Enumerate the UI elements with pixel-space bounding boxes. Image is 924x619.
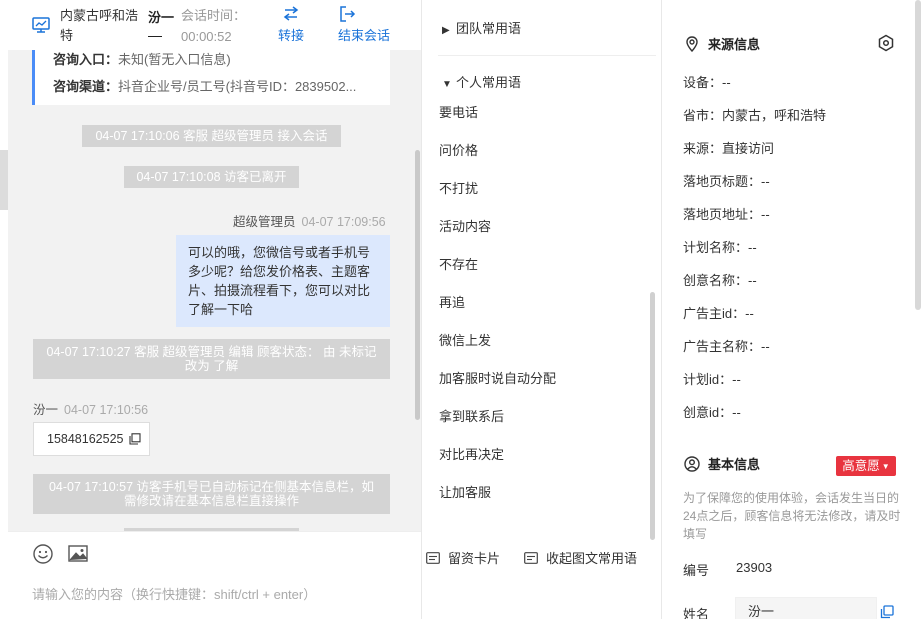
consult-entry-value: 未知(暂无入口信息) [118,52,231,67]
field-advertiser-id: 广告主id：-- [683,306,754,321]
caret-down-icon: ▼ [442,79,452,90]
group-divider [438,55,656,56]
visitor-sender-time: 04-07 17:10:56 [64,403,149,417]
basic-info-label: 基本信息 [708,457,761,472]
chat-messages[interactable]: 咨询入口：未知(暂无入口信息) 咨询渠道：抖音企业号/员工号(抖音号ID：283… [8,50,413,531]
session-time: 00:00:52 [181,29,232,44]
caret-right-icon: ▶ [442,25,450,36]
field-creative-id: 创意id：-- [683,405,741,420]
chat-input-area: 请输入您的内容（换行快捷键：shift/ctrl + enter） [8,531,421,619]
visitor-sender-name: 汾一 [33,403,59,417]
chat-pane: 内蒙古呼和浩特 汾一 会话时间： 00:00:52 转接 结束会话 咨询入口：未… [0,0,421,619]
visitor-name: 汾一 [148,10,175,25]
consult-channel-label: 咨询渠道： [53,79,119,94]
transfer-icon [283,6,299,21]
consult-entry-label: 咨询入口： [53,52,119,67]
field-province-city: 省市：内蒙古，呼和浩特 [683,108,827,123]
visitor-phone-message[interactable]: 15848162525 [33,422,150,456]
phrase-item[interactable]: 让加客服 [439,483,491,503]
intent-level-dropdown[interactable]: 高意愿 ▼ [836,456,896,476]
field-creative-name: 创意名称：-- [683,273,757,288]
copy-icon[interactable] [129,433,141,445]
phrase-item[interactable]: 不存在 [439,255,478,275]
agent-sender: 超级管理员 04-07 17:09:56 [233,211,386,230]
system-message: 04-07 17:10:08 访客已离开 [124,166,299,188]
chat-icon [524,552,538,564]
visitor-name-underline [148,36,162,37]
id-label: 编号 [683,563,710,578]
chat-scrollbar[interactable] [413,50,421,531]
phrases-scrollbar-thumb[interactable] [650,292,655,540]
field-advertiser-name: 广告主名称：-- [683,339,770,354]
consult-entry-row: 咨询入口：未知(暂无入口信息) [53,51,383,69]
collapse-phrases-button[interactable]: 收起图文常用语 [524,548,637,567]
id-value: 23903 [736,560,773,575]
session-time-label: 会话时间： [181,8,247,23]
message-input[interactable]: 请输入您的内容（换行快捷键：shift/ctrl + enter） [32,584,316,603]
phrase-item[interactable]: 再追 [439,293,465,313]
transfer-button[interactable]: 转接 [278,4,304,46]
personal-phrases-group[interactable]: ▼ 个人常用语 [442,73,521,95]
system-message: 04-07 17:10:57 访客手机号已自动标记在侧基本信息栏，如需修改请在基… [33,474,390,514]
field-plan-name: 计划名称：-- [683,240,757,255]
system-message: 04-07 17:10:06 客服 超级管理员 接入会话 [82,125,341,147]
logout-icon [340,6,356,22]
copy-icon[interactable] [880,605,894,619]
card-icon [426,552,440,564]
source-info-label: 来源信息 [708,37,761,52]
consult-channel-value: 抖音企业号/员工号(抖音号ID：2839502... [118,79,357,94]
edit-deadline-note: 为了保障您的使用体验，会话发生当日的24点之后，顾客信息将无法修改，请及时填写 [683,491,901,541]
field-device: 设备：-- [683,75,731,90]
lead-card-button[interactable]: 留资卡片 [426,548,500,567]
phrase-item[interactable]: 活动内容 [439,217,491,237]
consult-info-card: 咨询入口：未知(暂无入口信息) 咨询渠道：抖音企业号/员工号(抖音号ID：283… [32,50,390,105]
consult-channel-row: 咨询渠道：抖音企业号/员工号(抖音号ID：2839502... [53,78,383,96]
source-info-title: 来源信息 [684,35,760,55]
basic-info-title: 基本信息 [684,455,760,475]
team-phrases-label: 团队常用语 [456,21,522,36]
field-landing-title: 落地页标题：-- [683,174,770,189]
phrase-item[interactable]: 对比再决定 [439,445,504,465]
system-message: 04-07 17:10:27 客服 超级管理员 编辑 顾客状态： 由 未标记 改… [33,339,390,379]
settings-icon[interactable] [877,34,895,52]
caret-down-icon: ▼ [881,462,890,471]
field-source: 来源：直接访问 [683,141,775,156]
visitor-sender: 汾一 04-07 17:10:56 [33,399,148,418]
left-edge-handle [0,150,8,210]
phrase-item[interactable]: 要电话 [439,103,478,123]
visitor-info-pane: 来源信息 设备：-- 省市：内蒙古，呼和浩特 来源：直接访问 落地页标题：-- … [661,0,924,619]
agent-time: 04-07 17:09:56 [301,215,386,229]
phrase-item[interactable]: 微信上发 [439,331,491,351]
field-landing-url: 落地页地址：-- [683,207,770,222]
name-label: 姓名 [683,607,710,619]
location-pin-icon [686,36,698,52]
name-input[interactable]: 汾一 [735,597,877,619]
phrase-item[interactable]: 加客服时说自动分配 [439,369,556,389]
lead-card-label: 留资卡片 [448,551,501,566]
field-plan-id: 计划id：-- [683,372,741,387]
transfer-label: 转接 [278,28,305,43]
chat-header: 内蒙古呼和浩特 汾一 会话时间： 00:00:52 转接 结束会话 [8,0,421,50]
end-session-button[interactable]: 结束会话 [338,4,390,46]
user-circle-icon [684,456,700,472]
phrase-item[interactable]: 不打扰 [439,179,478,199]
phrases-pane: ▶ 团队常用语 ▼ 个人常用语 要电话 问价格 不打扰 活动内容 不存在 再追 微信… [421,0,661,619]
phrase-item[interactable]: 拿到联系后 [439,407,504,427]
image-icon[interactable] [67,543,89,565]
phrase-item[interactable]: 问价格 [439,141,478,161]
personal-phrases-label: 个人常用语 [456,75,522,90]
phrases-footer: 留资卡片 收起图文常用语 [422,540,662,570]
info-scrollbar-thumb[interactable] [915,0,921,310]
monitor-icon [32,17,50,33]
intent-level-label: 高意愿 [842,459,880,473]
chat-scrollbar-thumb[interactable] [415,150,420,420]
emoji-icon[interactable] [32,543,54,565]
end-session-label: 结束会话 [338,28,391,43]
team-phrases-group[interactable]: ▶ 团队常用语 [442,19,521,41]
visitor-phone: 15848162525 [47,432,124,446]
collapse-phrases-label: 收起图文常用语 [546,551,638,566]
visitor-location: 内蒙古呼和浩特 [60,8,139,43]
agent-message-bubble: 可以的哦，您微信号或者手机号多少呢？给您发价格表、主题客片、拍摄流程看下，您可以… [176,235,390,327]
agent-name: 超级管理员 [233,215,296,229]
